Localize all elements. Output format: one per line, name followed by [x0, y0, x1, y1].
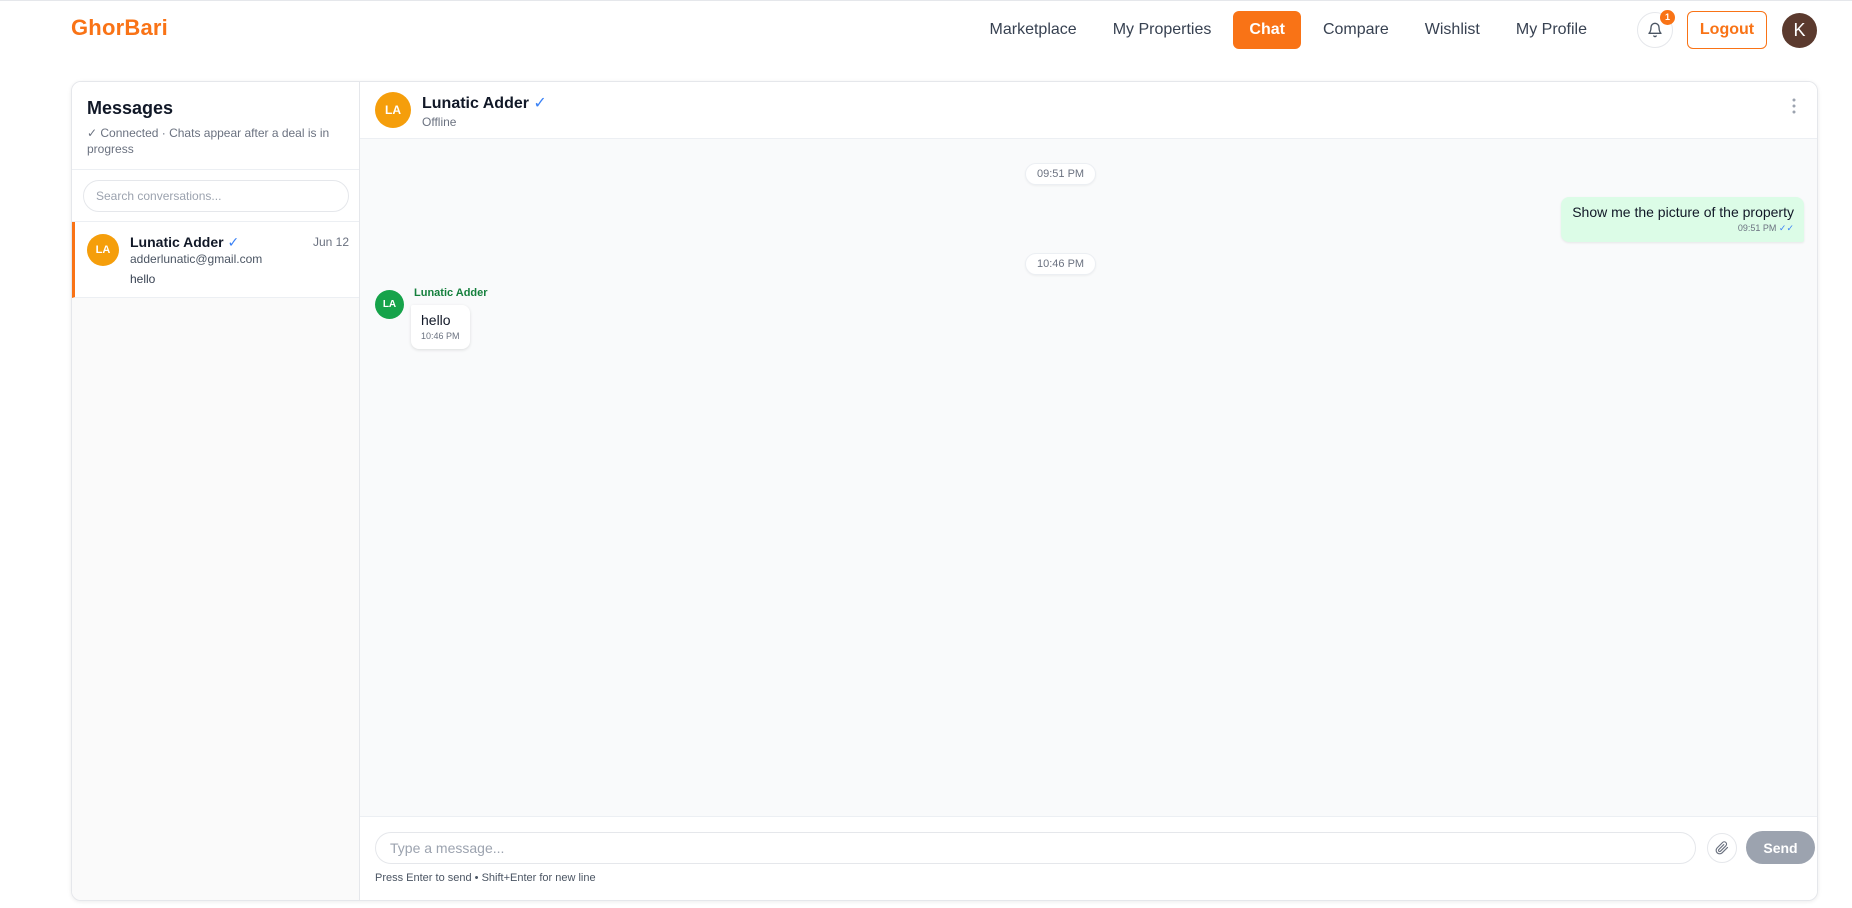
chat-panel: Messages ✓ Connected · Chats appear afte…	[71, 81, 1818, 901]
connection-status: ✓ Connected · Chats appear after a deal …	[87, 126, 330, 156]
incoming-message: hello 10:46 PM	[411, 305, 470, 349]
sidebar-header: Messages ✓ Connected · Chats appear afte…	[72, 82, 359, 170]
user-avatar[interactable]: K	[1782, 13, 1817, 48]
read-receipt-icon: ✓✓	[1778, 223, 1794, 233]
message-list[interactable]: 09:51 PM Show me the picture of the prop…	[360, 139, 1817, 816]
nav-marketplace[interactable]: Marketplace	[972, 11, 1095, 49]
message-input[interactable]	[375, 832, 1696, 864]
logout-button[interactable]: Logout	[1687, 11, 1767, 49]
verified-icon: ✓	[533, 95, 547, 112]
nav-compare[interactable]: Compare	[1305, 11, 1407, 49]
notification-badge: 1	[1660, 10, 1675, 25]
outgoing-message: Show me the picture of the property 09:5…	[1561, 197, 1804, 242]
paperclip-icon	[1715, 841, 1729, 855]
conversation-name: Lunatic Adder ✓	[130, 234, 239, 251]
conversation-email: adderlunatic@gmail.com	[130, 252, 263, 266]
nav-wishlist[interactable]: Wishlist	[1407, 11, 1498, 49]
conversation-last-message: hello	[130, 272, 156, 286]
conversation-sidebar: Messages ✓ Connected · Chats appear afte…	[72, 82, 360, 900]
chat-contact-name-text: Lunatic Adder	[422, 95, 529, 112]
chat-contact-name: Lunatic Adder ✓	[422, 93, 547, 113]
more-options-icon[interactable]	[1792, 98, 1796, 114]
composer-hint: Press Enter to send • Shift+Enter for ne…	[375, 872, 596, 884]
time-divider: 09:51 PM	[1025, 163, 1097, 185]
chat-avatar: LA	[375, 92, 411, 128]
send-button[interactable]: Send	[1746, 831, 1815, 864]
search-container	[72, 170, 359, 222]
conversation-name-text: Lunatic Adder	[130, 234, 224, 250]
conversation-date: Jun 12	[312, 235, 349, 249]
bell-icon	[1648, 22, 1662, 38]
kebab-dots	[1792, 98, 1796, 114]
sidebar-title: Messages	[87, 98, 174, 118]
notification-button[interactable]: 1	[1637, 10, 1675, 48]
nav-chat[interactable]: Chat	[1233, 11, 1301, 49]
search-conversations-input[interactable]	[83, 180, 349, 212]
message-time: 09:51 PM	[1737, 223, 1777, 233]
nav-my-profile[interactable]: My Profile	[1498, 11, 1605, 49]
brand-logo[interactable]: GhorBari	[71, 15, 168, 41]
message-text: hello	[421, 312, 451, 328]
message-meta: 09:51 PM ✓✓	[1572, 223, 1794, 234]
conversation-avatar: LA	[87, 234, 119, 266]
chat-main: LA Lunatic Adder ✓ Offline 09:51 PM Show…	[360, 82, 1817, 900]
message-composer: Send Press Enter to send • Shift+Enter f…	[360, 816, 1817, 900]
nav-links: Marketplace My Properties Chat Compare W…	[972, 11, 1605, 49]
nav-my-properties[interactable]: My Properties	[1095, 11, 1230, 49]
verified-icon: ✓	[227, 234, 240, 250]
navbar: GhorBari Marketplace My Properties Chat …	[0, 1, 1852, 59]
chat-header: LA Lunatic Adder ✓ Offline	[360, 82, 1817, 139]
sender-name: Lunatic Adder	[414, 287, 488, 299]
message-time: 10:46 PM	[421, 331, 460, 341]
message-text: Show me the picture of the property	[1572, 204, 1794, 220]
chat-contact-status: Offline	[422, 115, 457, 129]
sender-avatar: LA	[375, 290, 404, 319]
attach-button[interactable]	[1707, 833, 1737, 863]
conversation-item[interactable]: LA Lunatic Adder ✓ Jun 12 adderlunatic@g…	[72, 222, 359, 298]
time-divider: 10:46 PM	[1025, 253, 1097, 275]
